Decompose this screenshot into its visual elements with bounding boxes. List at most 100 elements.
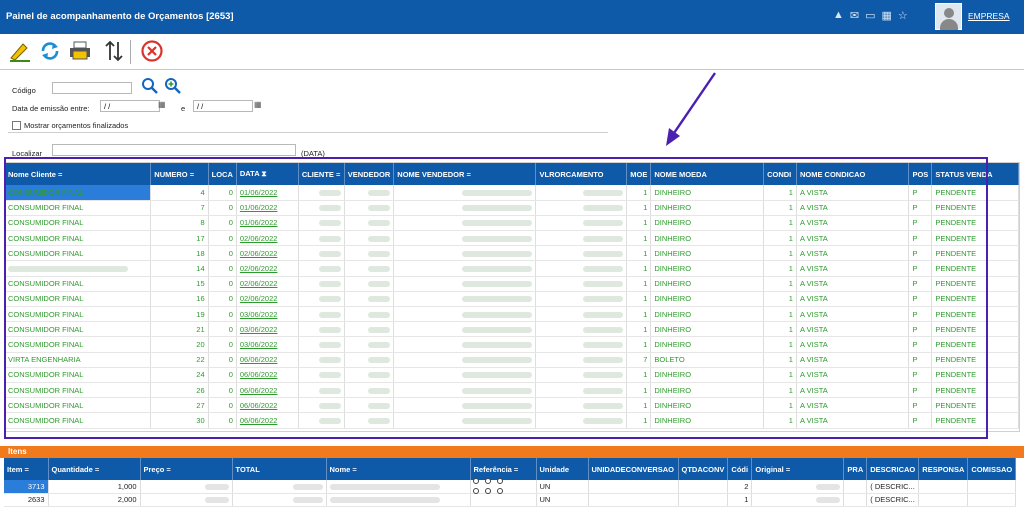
table-cell: 1 xyxy=(626,306,652,323)
column-header[interactable]: CLIENTE = xyxy=(298,163,345,185)
table-row[interactable]: 3713 1,000 UN 2 ( DESCRIC... xyxy=(4,480,1017,494)
redacted-value xyxy=(462,326,533,333)
table-row[interactable]: CONSUMIDOR FINAL 21 0 03/06/2022 1 DINHEIRO 1 A… xyxy=(5,321,1019,338)
column-header[interactable]: TOTAL xyxy=(232,458,327,480)
column-header[interactable]: Códi xyxy=(727,458,753,480)
table-row[interactable]: CONSUMIDOR FINAL 7 0 01/06/2022 1 DINHEIRO 1 A … xyxy=(5,200,1019,216)
redacted-value xyxy=(462,205,533,212)
table-row[interactable]: CONSUMIDOR FINAL 20 0 03/06/2022 1 DINHEIRO 1 A… xyxy=(5,336,1019,353)
table-row[interactable]: CONSUMIDOR FINAL 26 0 06/06/2022 1 DINHEIRO 1 A… xyxy=(5,382,1019,399)
column-header[interactable]: NUMERO = xyxy=(150,163,209,185)
table-cell xyxy=(298,367,345,383)
column-header[interactable]: NOME VENDEDOR = xyxy=(393,163,537,185)
table-cell: A VISTA xyxy=(796,382,910,399)
redacted-value xyxy=(462,357,533,364)
table-cell: 14 xyxy=(150,260,209,277)
table-cell: 02/06/2022 xyxy=(236,260,299,277)
table-row[interactable]: CONSUMIDOR FINAL 15 0 02/06/2022 1 DINHEIRO 1 A… xyxy=(5,276,1019,292)
column-header[interactable]: Nome Cliente = xyxy=(5,163,152,185)
column-header[interactable]: MOE xyxy=(626,163,652,185)
table-cell: 1 xyxy=(763,276,797,292)
column-header[interactable]: NOME MOEDA xyxy=(650,163,765,185)
table-cell: A VISTA xyxy=(796,352,910,368)
column-header[interactable]: UNIDADECONVERSAO xyxy=(588,458,679,480)
table-cell: PENDENTE xyxy=(931,336,1019,353)
table-cell: 20 xyxy=(150,336,209,353)
mail-icon[interactable]: ▭ xyxy=(865,9,875,22)
column-header[interactable]: NOME CONDICAO xyxy=(796,163,910,185)
table-cell xyxy=(344,336,395,353)
localizar-input[interactable] xyxy=(52,144,296,156)
column-header[interactable]: PRA xyxy=(843,458,868,480)
chat-icon[interactable]: ✉ xyxy=(850,9,859,22)
redacted-value xyxy=(583,417,624,424)
column-header[interactable]: LOCA xyxy=(208,163,237,185)
avatar[interactable] xyxy=(935,3,962,30)
edit-icon[interactable] xyxy=(6,39,34,65)
table-row[interactable]: CONSUMIDOR FINAL 18 0 02/06/2022 1 DINHEIRO 1 A… xyxy=(5,245,1019,262)
table-row[interactable]: CONSUMIDOR FINAL 4 0 01/06/2022 1 DINHEIRO 1 A … xyxy=(5,185,1019,201)
table-cell: P xyxy=(908,352,933,368)
column-header[interactable]: Referência = xyxy=(470,458,537,480)
search-icon[interactable] xyxy=(141,77,159,97)
print-icon[interactable] xyxy=(66,39,94,65)
table-row[interactable]: CONSUMIDOR FINAL 24 0 06/06/2022 1 DINHEIRO 1 A… xyxy=(5,367,1019,383)
column-header[interactable]: DESCRICAO xyxy=(866,458,920,480)
column-header[interactable]: RESPONSA xyxy=(918,458,969,480)
column-header[interactable]: Original = xyxy=(751,458,845,480)
table-cell xyxy=(535,200,628,216)
column-header[interactable]: DATA ⧗ xyxy=(236,163,299,185)
table-cell: A VISTA xyxy=(796,185,910,201)
column-header[interactable]: VLRORCAMENTO xyxy=(535,163,628,185)
column-header[interactable]: COMISSAO xyxy=(967,458,1017,480)
column-header[interactable]: STATUS VENDA xyxy=(931,163,1019,185)
column-header[interactable]: CONDI xyxy=(763,163,797,185)
column-header[interactable]: POS xyxy=(908,163,933,185)
mostrar-finalizados-checkbox[interactable] xyxy=(12,121,21,130)
table-row[interactable]: CONSUMIDOR FINAL 30 0 06/06/2022 1 DINHEIRO 1 A… xyxy=(5,412,1019,429)
codigo-label: Código xyxy=(12,86,36,95)
sort-icon[interactable] xyxy=(100,39,128,65)
table-row[interactable]: 2633 2,000 UN 1 ( DESCRIC... xyxy=(4,493,1017,507)
table-row[interactable]: CONSUMIDOR FINAL 17 0 02/06/2022 1 DINHEIRO 1 A… xyxy=(5,230,1019,247)
table-row[interactable]: CONSUMIDOR FINAL 19 0 03/06/2022 1 DINHEIRO 1 A… xyxy=(5,306,1019,323)
table-row[interactable]: 14 0 02/06/2022 1 DINHEIRO 1 A VISTA P PENDENTE xyxy=(5,260,1019,277)
table-row[interactable]: CONSUMIDOR FINAL 27 0 06/06/2022 1 DINHEIRO 1 A… xyxy=(5,397,1019,414)
table-cell: 06/06/2022 xyxy=(236,412,299,429)
table-row[interactable]: VIRTA ENGENHARIA 22 0 06/06/2022 7 BOLETO 1 A V… xyxy=(5,352,1019,368)
table-cell: CONSUMIDOR FINAL xyxy=(5,245,152,262)
calendar-icon[interactable]: ▦ xyxy=(882,9,892,22)
table-row[interactable]: CONSUMIDOR FINAL 16 0 02/06/2022 1 DINHEIRO 1 A… xyxy=(5,291,1019,308)
table-cell: 0 xyxy=(208,306,237,323)
bell-icon[interactable]: ▲ xyxy=(833,9,844,22)
date-to-input[interactable] xyxy=(193,100,253,112)
zoom-in-icon[interactable] xyxy=(164,77,182,97)
table-cell xyxy=(535,276,628,292)
table-cell: A VISTA xyxy=(796,321,910,338)
column-header[interactable]: Quantidade = xyxy=(48,458,141,480)
column-header[interactable]: Preço = xyxy=(140,458,233,480)
column-header[interactable]: Item = xyxy=(4,458,49,480)
table-cell xyxy=(140,480,233,494)
star-icon[interactable]: ☆ xyxy=(898,9,908,22)
emissao-label: Data de emissão entre: xyxy=(12,104,90,113)
date-from-input[interactable] xyxy=(100,100,160,112)
cancel-icon[interactable] xyxy=(138,39,166,65)
redacted-value xyxy=(318,372,341,379)
column-header[interactable]: Nome = xyxy=(326,458,471,480)
company-link[interactable]: EMPRESA xyxy=(968,11,1010,21)
table-cell: CONSUMIDOR FINAL xyxy=(5,382,152,399)
column-header[interactable]: VENDEDOR xyxy=(344,163,395,185)
codigo-input[interactable] xyxy=(52,82,132,94)
column-header[interactable]: Unidade xyxy=(536,458,589,480)
table-cell: DINHEIRO xyxy=(650,260,765,277)
table-cell: CONSUMIDOR FINAL xyxy=(5,215,152,232)
table-cell: 1 xyxy=(763,336,797,353)
table-row[interactable]: CONSUMIDOR FINAL 8 0 01/06/2022 1 DINHEIRO 1 A … xyxy=(5,215,1019,232)
refresh-icon[interactable] xyxy=(36,39,64,65)
calendar-icon[interactable]: ▦ xyxy=(254,100,262,109)
column-header[interactable]: QTDACONV xyxy=(678,458,729,480)
calendar-icon[interactable]: ▦ xyxy=(158,100,166,109)
table-cell xyxy=(298,200,345,216)
redacted-value xyxy=(583,266,624,273)
